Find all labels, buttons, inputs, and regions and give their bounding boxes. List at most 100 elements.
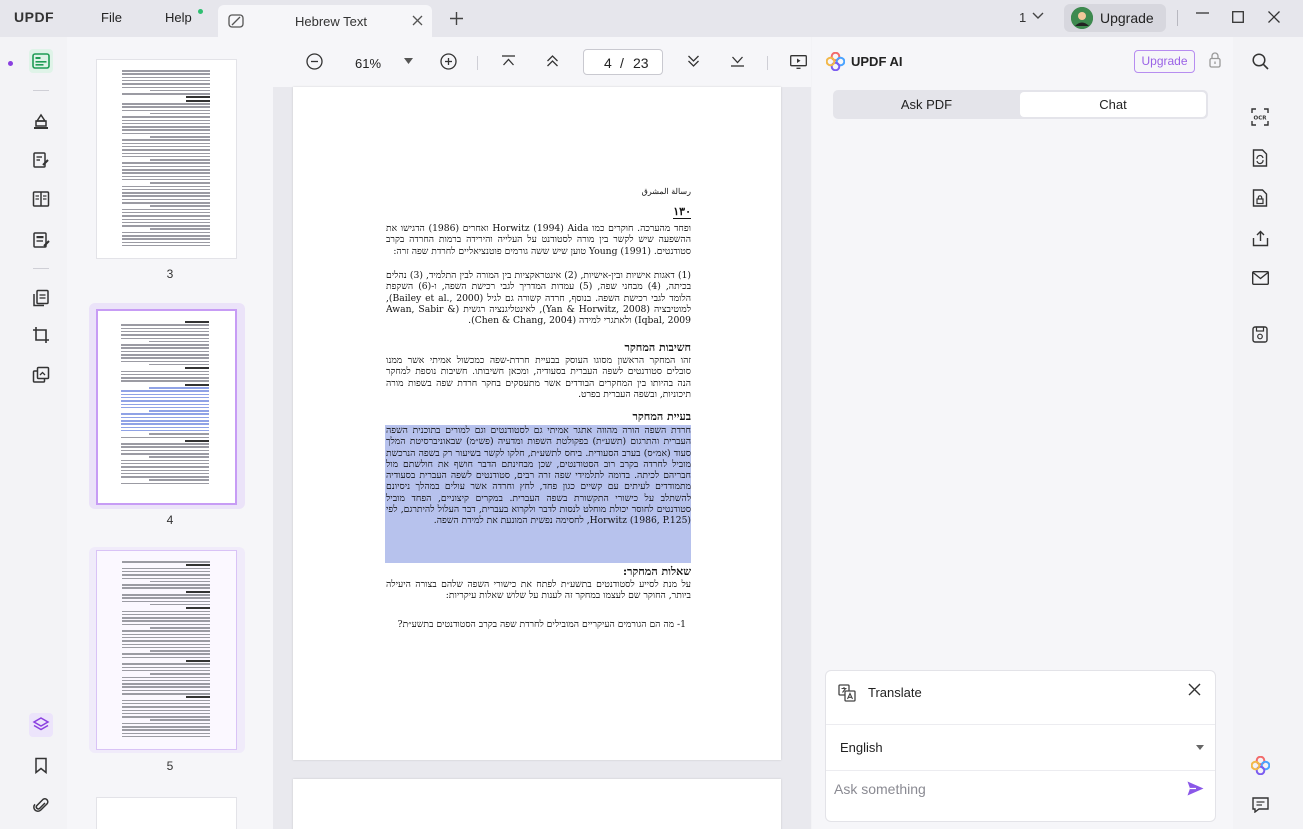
pdf-page-next[interactable] [293,779,781,829]
convert-button[interactable] [1250,148,1270,168]
document-toolbar: 61% 4 / 23 [273,37,811,87]
svg-text:OCR: OCR [1254,116,1268,122]
file-menu[interactable]: File [101,10,122,25]
search-button[interactable] [1250,51,1270,71]
thumbnail-page-6[interactable] [96,797,237,829]
thumbnail-text-line [121,347,209,349]
last-page-icon[interactable] [731,55,744,67]
comments-panel-button[interactable] [1250,795,1270,815]
translate-title: Translate [868,685,922,700]
form-tool-button[interactable] [29,228,53,252]
page-number-input[interactable]: 4 / 23 [583,49,663,75]
email-button[interactable] [1250,268,1270,288]
thumbnail-text-line [122,149,210,151]
pdf-page[interactable]: رسالة المشرق ١٣٠ ופחד מהערכה. חוקרים כמו… [293,87,781,760]
thumbnail-text-line [122,238,210,240]
thumbnail-text-line [186,660,210,662]
section-heading: שאלות המחקר: [622,565,691,578]
paragraph: זהו המחקר הראשון מסוגו העוסק בבעיית חרדת… [386,355,691,400]
thumbnail-text-line [122,109,210,112]
compare-tool-button[interactable] [29,363,53,387]
thumbnail-text-line [122,208,210,211]
send-icon[interactable] [1187,781,1204,796]
presentation-icon[interactable] [790,55,807,69]
tab-ask-pdf[interactable]: Ask PDF [835,92,1018,117]
thumbnail-text-line [122,656,210,659]
thumbnail-page-3[interactable] [96,59,237,259]
thumbnail-text-line [121,436,209,438]
thumbnail-text-line [122,729,210,731]
total-pages: 23 [633,55,649,71]
thumbnail-text-line [121,380,209,382]
thumbnail-text-line [122,195,210,197]
window-close-icon[interactable] [1268,11,1280,23]
zoom-in-icon[interactable] [440,53,457,70]
thumbnail-label: 4 [166,513,174,527]
dropdown-caret-icon [1196,745,1204,750]
thumbnail-page-5[interactable] [96,550,237,750]
chevron-down-icon[interactable] [1032,12,1044,20]
page-tools-button[interactable] [29,286,53,310]
zoom-dropdown-icon[interactable] [404,58,413,64]
help-menu[interactable]: Help [165,10,192,25]
maximize-icon[interactable] [1232,11,1244,23]
window-count[interactable]: 1 [1019,10,1026,25]
updf-ai-button[interactable] [1250,755,1270,775]
upgrade-button-label: Upgrade [1100,10,1154,26]
lock-icon[interactable] [1209,52,1221,68]
thumbnail-text-line [185,439,209,442]
share-button[interactable] [1250,228,1270,248]
thumbnail-text-line [122,636,210,639]
ocr-button[interactable]: OCR [1250,107,1270,127]
thumbnail-text-line [122,70,210,72]
notification-dot [198,9,203,14]
title-bar: UPDF File Help Hebrew Text 1 Upgrade [0,0,1303,37]
language-select[interactable]: English [826,724,1215,771]
tab-chat[interactable]: Chat [1020,92,1206,117]
layers-button[interactable] [29,713,53,737]
thumbnail-text-line [185,321,209,323]
ai-upgrade-button[interactable]: Upgrade [1134,50,1195,73]
crop-tool-button[interactable] [29,323,53,347]
thumbnail-text-line [121,330,209,333]
divider [1177,10,1178,26]
close-tab-icon[interactable] [412,15,423,26]
close-icon[interactable] [1188,683,1201,696]
bookmark-button[interactable] [29,753,53,777]
divider [767,56,768,70]
previous-page-icon[interactable] [546,55,559,67]
upgrade-button[interactable]: Upgrade [1064,4,1166,32]
thumbnail-text-line [122,198,210,201]
thumbnail-text-line [121,426,209,429]
divider [33,268,49,269]
first-page-icon[interactable] [502,55,515,67]
thumbnail-text-line [122,192,210,194]
thumbnail-text-line [122,221,210,224]
organize-button[interactable] [29,187,53,211]
zoom-level[interactable]: 61% [355,56,381,71]
protect-button[interactable] [1250,188,1270,208]
next-page-icon[interactable] [687,55,700,67]
minimize-icon[interactable] [1196,12,1209,14]
new-tab-plus-icon[interactable] [450,12,463,25]
thumbnail-text-line [121,420,209,422]
thumbnail-text-line [122,172,210,174]
comment-tool-button[interactable] [29,109,53,133]
reader-mode-button[interactable] [29,49,53,73]
edit-pdf-button[interactable] [29,148,53,172]
zoom-out-icon[interactable] [306,53,323,70]
attachment-button[interactable] [29,793,53,817]
updf-ai-panel: UPDF AI Upgrade Ask PDF Chat Translate E… [812,37,1233,829]
document-tab[interactable]: Hebrew Text [218,5,432,37]
ask-input[interactable] [834,778,1174,800]
thumbnail-text-line [149,387,209,389]
thumbnail-text-line [122,600,210,603]
comment-icon [1251,797,1269,813]
layers-copy-icon [32,366,50,383]
thumbnail-page-4[interactable] [96,309,237,505]
thumbnail-text-line [122,722,210,725]
save-button[interactable] [1250,324,1270,344]
thumbnail-text-line [122,663,210,665]
selected-paragraph: חרדת השפה הורה מהווה אתגר אמיתי גם לסטוד… [386,425,691,527]
thumbnail-text-line [122,126,210,128]
